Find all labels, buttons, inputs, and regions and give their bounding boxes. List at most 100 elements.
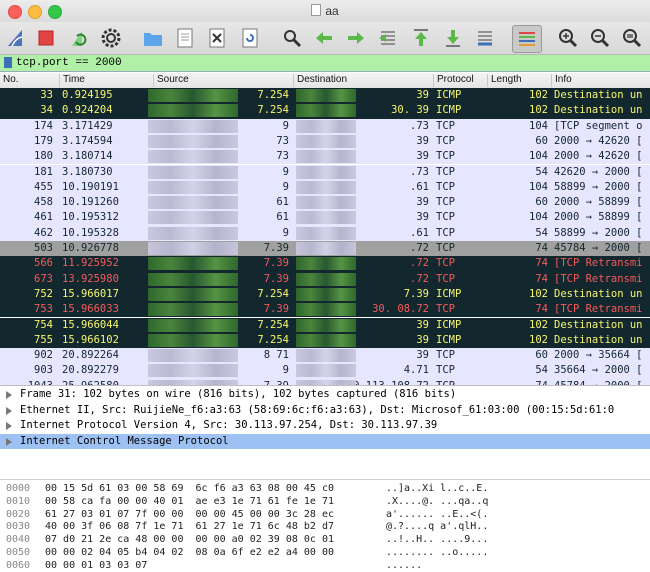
detail-tree-label: Internet Protocol Version 4, Src: 30.113… [20, 419, 438, 431]
disclosure-triangle-icon[interactable] [6, 391, 12, 399]
open-folder-icon[interactable] [140, 25, 166, 51]
save-file-icon[interactable] [172, 25, 198, 51]
packet-row[interactable]: 33 0.924195 7.254 39 ICMP 102 Destination un [0, 88, 650, 104]
column-destination[interactable]: Destination [293, 74, 433, 87]
packet-no-cell: 752 [34, 287, 53, 300]
detail-tree-item[interactable]: Internet Control Message Protocol [0, 433, 650, 449]
hex-bytes: 00 00 02 04 05 b4 04 02 08 0a 6f e2 e2 a… [45, 547, 334, 558]
redacted-address-mask [296, 333, 356, 347]
packet-info-cell: Destination un [554, 318, 643, 331]
packet-row[interactable]: 179 3.174594 73 39 TCP 60 2000 → 42620 [ [0, 133, 650, 150]
packet-row[interactable]: 462 10.195328 9.61 TCP 54 58899 → 2000 [ [0, 225, 650, 241]
disclosure-triangle-icon[interactable] [6, 437, 12, 446]
column-protocol[interactable]: Protocol [433, 74, 487, 87]
packet-len-cell: 74 [535, 242, 548, 254]
column-length[interactable]: Length [487, 74, 551, 87]
detail-tree-item[interactable]: Internet Protocol Version 4, Src: 30.113… [0, 418, 650, 433]
packet-no-cell: 462 [34, 226, 53, 239]
capture-options-gear-icon[interactable] [98, 25, 124, 51]
column-info[interactable]: Info [551, 74, 650, 87]
column-source[interactable]: Source [153, 74, 293, 87]
packet-time-cell: 10.926778 [62, 242, 119, 254]
document-icon [311, 4, 322, 16]
packet-row[interactable]: 461 10.195312 61 39 TCP 104 2000 → 58899 [ [0, 210, 650, 226]
packet-row[interactable]: 455 10.190191 9.61 TCP 104 58899 → 2000 [ [0, 179, 650, 196]
packet-info-cell: Destination un [554, 104, 643, 117]
redacted-address-mask [148, 89, 238, 102]
packet-row[interactable]: 503 10.926778 7.39.72 TCP 74 45784 → 2000 [ [0, 241, 650, 257]
detail-tree-item[interactable]: Frame 31: 102 bytes on wire (816 bits), … [0, 387, 650, 402]
hex-ascii: ..]a..Xi l..c..E. [386, 483, 489, 494]
redacted-address-mask [148, 318, 238, 332]
hex-dump-row[interactable]: 0010 00 58 ca fa 00 00 40 01 ae e3 1e 71 … [0, 495, 650, 508]
packet-no-cell: 458 [34, 196, 53, 209]
reload-icon[interactable] [237, 25, 263, 51]
hex-dump-row[interactable]: 0050 00 00 02 04 05 b4 04 02 08 0a 6f e2 … [0, 546, 650, 559]
hex-dump-row[interactable]: 0020 61 27 03 01 07 7f 00 00 00 00 45 00 … [0, 508, 650, 521]
main-toolbar [0, 22, 650, 55]
packet-row[interactable]: 902 20.892264 8 71 39 TCP 60 2000 → 35664 [ [0, 348, 650, 364]
packet-row[interactable]: 174 3.171429 9.73 TCP 104 [TCP segment o [0, 118, 650, 134]
packet-row[interactable]: 754 15.966044 7.254 39 ICMP 102 Destination un [0, 317, 650, 333]
zoom-reset-icon[interactable] [619, 25, 645, 51]
redacted-address-mask [296, 89, 356, 102]
go-back-arrow-icon[interactable] [311, 25, 337, 51]
close-file-icon[interactable] [204, 25, 230, 51]
hex-bytes: 61 27 03 01 07 7f 00 00 00 00 45 00 00 3… [45, 508, 334, 520]
packet-row[interactable]: 566 11.925952 7.39.72 TCP 74 [TCP Retransmi [0, 256, 650, 272]
redacted-address-mask [296, 119, 356, 133]
packet-row[interactable]: 903 20.892279 9 4.71 TCP 54 35664 → 2000 [ [0, 363, 650, 379]
packet-time-cell: 11.925952 [62, 257, 119, 270]
packet-len-cell: 74 [535, 257, 548, 270]
packet-len-cell: 102 [529, 287, 548, 300]
packet-info-cell: [TCP Retransmi [554, 272, 643, 285]
column-time[interactable]: Time [59, 74, 153, 87]
colorize-icon[interactable] [512, 25, 542, 53]
stop-square-icon[interactable] [33, 25, 59, 51]
bookmark-icon[interactable] [4, 57, 12, 68]
packet-no-cell: 755 [34, 333, 53, 346]
packet-proto-cell: TCP [436, 303, 455, 316]
packet-row[interactable]: 181 3.180730 9.73 TCP 54 42620 → 2000 [ [0, 164, 650, 180]
packet-row[interactable]: 458 10.191260 61 39 TCP 60 2000 → 58899 [ [0, 195, 650, 211]
go-to-packet-icon[interactable] [375, 25, 401, 51]
packet-row[interactable]: 752 15.966017 7.254 7.39 ICMP 102 Destination … [0, 286, 650, 303]
packet-proto-cell: TCP [436, 242, 455, 254]
packet-info-cell: 42620 → 2000 [ [554, 165, 643, 178]
packet-len-cell: 74 [535, 272, 548, 285]
display-filter-input[interactable] [16, 55, 636, 71]
redacted-address-mask [296, 318, 356, 332]
disclosure-triangle-icon[interactable] [6, 406, 12, 415]
column-no[interactable]: No. [0, 74, 58, 87]
packet-time-cell: 13.925980 [62, 272, 119, 285]
packet-row[interactable]: 673 13.925980 7.39.72 TCP 74 [TCP Retransmi [0, 271, 650, 287]
go-to-first-icon[interactable] [408, 25, 434, 51]
shark-fin-start-icon[interactable] [4, 25, 30, 51]
restart-capture-icon[interactable] [66, 25, 92, 51]
packet-len-cell: 54 [535, 226, 548, 239]
packet-proto-cell: TCP [436, 165, 455, 178]
packet-row[interactable]: 34 0.924204 7.254 30. 39 ICMP 102 Destination … [0, 103, 650, 119]
zoom-in-icon[interactable] [555, 25, 581, 51]
hex-offset: 0030 [6, 521, 31, 533]
disclosure-triangle-icon[interactable] [6, 422, 12, 430]
packet-no-cell: 673 [34, 272, 53, 285]
packet-row[interactable]: 755 15.966102 7.254 39 ICMP 102 Destination un [0, 332, 650, 349]
zoom-out-icon[interactable] [587, 25, 613, 51]
hex-ascii: a'...... ..E..<(. [386, 508, 489, 520]
go-forward-arrow-icon[interactable] [343, 25, 369, 51]
find-magnifier-icon[interactable] [279, 25, 305, 51]
hex-ascii: ........ ..o..... [386, 547, 489, 558]
redacted-address-mask [296, 104, 356, 118]
hex-dump-row[interactable]: 0030 40 00 3f 06 08 7f 1e 71 61 27 1e 71 … [0, 520, 650, 533]
packet-row[interactable]: 180 3.180714 73 39 TCP 104 2000 → 42620 [ [0, 149, 650, 165]
go-to-last-icon[interactable] [440, 25, 466, 51]
autoscroll-icon[interactable] [472, 25, 498, 51]
packet-len-cell: 60 [535, 349, 548, 362]
hex-dump-row[interactable]: 0000 00 15 5d 61 03 00 58 69 6c f6 a3 63 … [0, 482, 650, 495]
redacted-address-mask [148, 333, 238, 347]
packet-row[interactable]: 753 15.966033 7.39 30. 08.72 TCP 74 [TCP Retra… [0, 302, 650, 318]
hex-offset: 0010 [6, 495, 31, 507]
detail-tree-item[interactable]: Ethernet II, Src: RuijieNe_f6:a3:63 (58:… [0, 403, 650, 418]
hex-dump-row[interactable]: 0040 07 d0 21 2e ca 48 00 00 00 00 a0 02 … [0, 533, 650, 546]
